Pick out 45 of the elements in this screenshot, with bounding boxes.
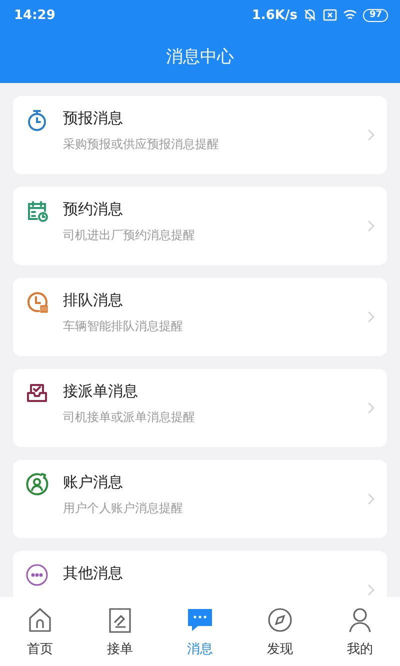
document-pen-icon [106, 606, 134, 634]
stopwatch-icon [25, 108, 49, 132]
tray-check-icon [25, 381, 49, 405]
calendar-clock-icon [25, 199, 49, 223]
status-time: 14:29 [14, 8, 56, 22]
tab-bar-item[interactable]: 消息 [160, 597, 240, 666]
home-icon [26, 606, 54, 634]
tab-bar-item[interactable]: 我的 [320, 597, 400, 666]
compass-icon [266, 606, 294, 634]
message-category-card[interactable]: 其他消息 [13, 551, 387, 597]
category-description: 司机进出厂预约消息提醒 [63, 227, 196, 243]
message-category-card[interactable]: 接派单消息 司机接单或派单消息提醒 [13, 369, 387, 447]
bell-muted-icon [303, 8, 318, 22]
user-circle-icon [25, 472, 49, 496]
category-description: 车辆智能排队消息提醒 [63, 318, 184, 334]
battery-level: 97 [363, 8, 388, 22]
chevron-right-icon [367, 402, 375, 414]
category-title: 接派单消息 [63, 381, 139, 401]
tab-bar-item[interactable]: 发现 [240, 597, 320, 666]
chevron-right-icon [367, 129, 375, 141]
category-description: 采购预报或供应预报消息提醒 [63, 136, 220, 152]
clock-bars-icon [25, 290, 49, 314]
chevron-right-icon [367, 584, 375, 596]
tab-bar-item[interactable]: 首页 [0, 597, 80, 666]
category-title: 其他消息 [63, 563, 124, 583]
chevron-right-icon [367, 311, 375, 323]
message-category-card[interactable]: 账户消息 用户个人账户消息提醒 [13, 460, 387, 538]
wifi-icon [343, 8, 358, 22]
category-title: 预约消息 [63, 199, 124, 219]
message-category-card[interactable]: 排队消息 车辆智能排队消息提醒 [13, 278, 387, 356]
category-description: 司机接单或派单消息提醒 [63, 409, 196, 425]
chevron-right-icon [367, 220, 375, 232]
chevron-right-icon [367, 493, 375, 505]
user-icon [346, 606, 374, 634]
more-icon [25, 563, 49, 587]
page-title: 消息中心 [165, 46, 235, 69]
category-description: 用户个人账户消息提醒 [63, 500, 184, 516]
message-category-card[interactable]: 预报消息 采购预报或供应预报消息提醒 [13, 96, 387, 174]
category-title: 排队消息 [63, 290, 124, 310]
network-speed: 1.6K/s [252, 8, 298, 22]
message-category-card[interactable]: 预约消息 司机进出厂预约消息提醒 [13, 187, 387, 265]
tab-bar-item[interactable]: 接单 [80, 597, 160, 666]
sim-x-icon [323, 8, 338, 22]
category-title: 预报消息 [63, 108, 124, 128]
category-title: 账户消息 [63, 472, 124, 492]
